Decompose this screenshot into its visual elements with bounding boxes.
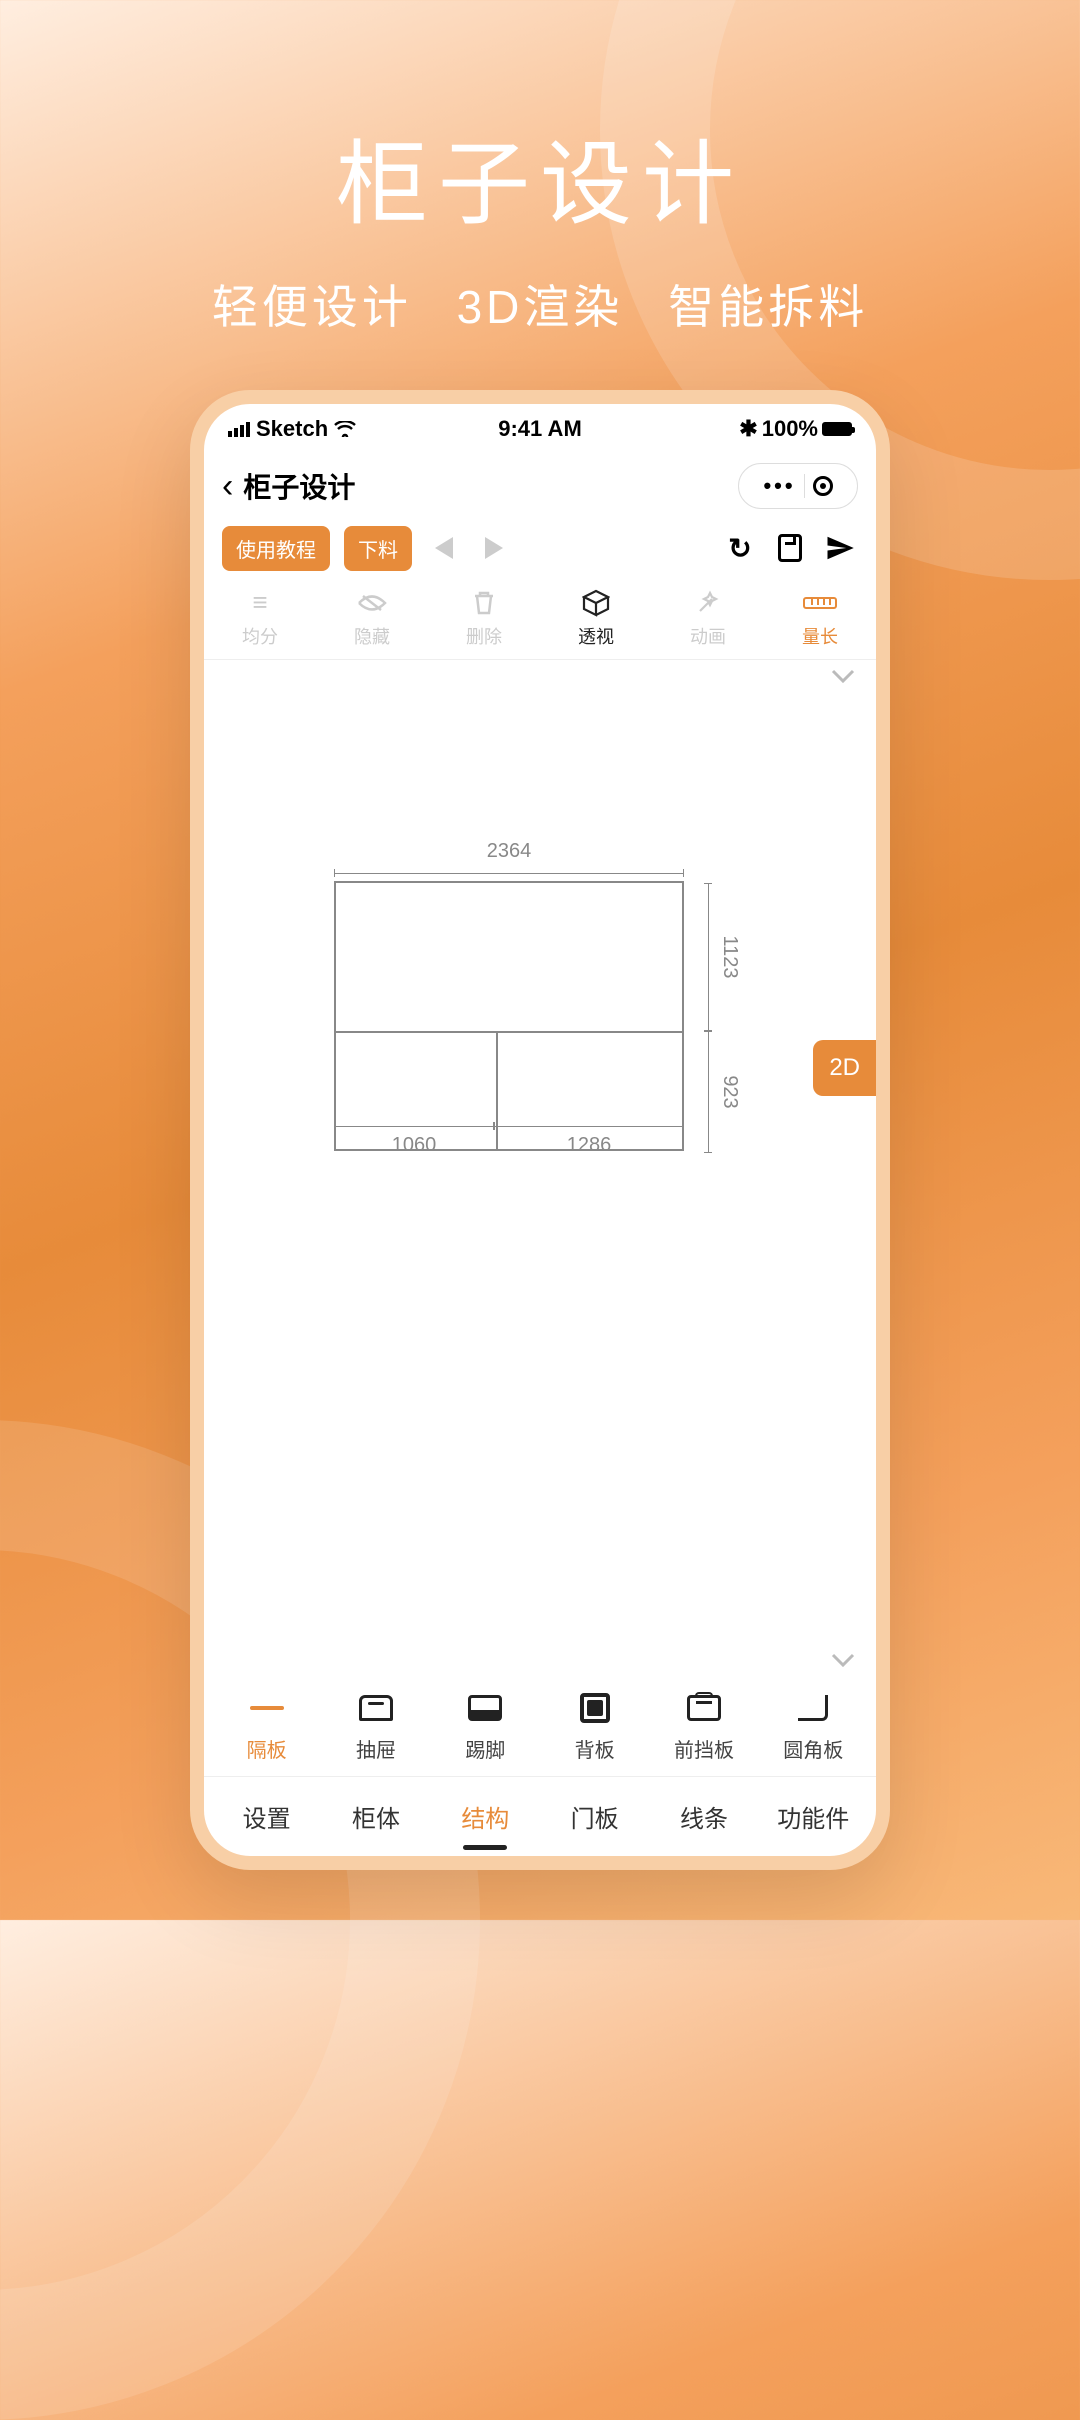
eye-off-icon [357,589,387,617]
tool-hide[interactable]: 隐藏 [316,578,428,659]
frontpanel-icon [687,1695,721,1721]
refresh-button[interactable]: ↻ [722,530,758,566]
battery-label: 100% [762,416,818,442]
tab-body[interactable]: 柜体 [321,1799,430,1834]
component-row: 隔板 抽屉 踢脚 背板 前挡板 圆角板 [204,1676,876,1776]
battery-icon [822,422,852,436]
collapse-top-button[interactable] [828,666,858,686]
capsule-menu[interactable]: ••• [738,463,858,509]
tab-door[interactable]: 门板 [540,1799,649,1834]
wifi-icon [334,421,356,437]
back-button[interactable]: ‹ [222,467,233,506]
tool-measure[interactable]: 量长 [764,578,876,659]
design-canvas[interactable]: 2364 1123 923 [204,660,876,1676]
signal-icon [228,422,250,437]
trash-icon [472,589,496,617]
tool-perspective[interactable]: 透视 [540,578,652,659]
dim-total-width: 2364 [334,840,684,863]
carrier-label: Sketch [256,416,328,442]
bluetooth-icon: ✱ [739,416,757,442]
comp-shelf[interactable]: 隔板 [212,1690,321,1763]
corner-icon [798,1695,828,1721]
undo-button[interactable] [426,530,462,566]
dim-width-left: 1060 [334,1134,494,1157]
tool-tabs: ≡ 均分 隐藏 删除 透视 动画 [204,578,876,660]
clock: 9:41 AM [498,416,582,442]
drawer-icon [359,1695,393,1721]
tool-animate[interactable]: 动画 [652,578,764,659]
nav-header: ‹ 柜子设计 ••• [204,454,876,518]
cabinet-drawing: 2364 1123 923 [334,840,684,1151]
comp-front[interactable]: 前挡板 [649,1690,758,1763]
hero-title: 柜子设计 [0,110,1080,243]
view-mode-toggle[interactable]: 2D [813,1040,876,1096]
kick-icon [468,1695,502,1721]
tab-function[interactable]: 功能件 [759,1799,868,1834]
bottom-tabs: 设置 柜体 结构 门板 线条 功能件 [204,1776,876,1856]
tab-lines[interactable]: 线条 [649,1799,758,1834]
hero: 柜子设计 轻便设计 3D渲染 智能拆料 [0,110,1080,337]
status-bar: Sketch 9:41 AM ✱ 100% [204,404,876,454]
wand-icon [694,589,722,617]
divide-icon: ≡ [252,589,267,617]
more-icon[interactable]: ••• [763,473,795,499]
save-button[interactable] [772,530,808,566]
tutorial-button[interactable]: 使用教程 [222,526,330,571]
redo-button[interactable] [476,530,512,566]
hero-tagline: 轻便设计 3D渲染 智能拆料 [0,271,1080,337]
cabinet-outline[interactable]: 1123 923 [334,881,684,1151]
tool-delete[interactable]: 删除 [428,578,540,659]
dim-width-right: 1286 [494,1134,684,1157]
comp-back[interactable]: 背板 [540,1690,649,1763]
arrow-right-icon [485,537,503,559]
dim-height-top: 1123 [718,935,741,978]
dim-height-bottom: 923 [718,1075,741,1108]
tab-structure[interactable]: 结构 [431,1799,540,1834]
collapse-bottom-button[interactable] [828,1650,858,1670]
arrow-left-icon [435,537,453,559]
cube-icon [582,589,610,617]
shelf-icon [250,1706,284,1710]
comp-drawer[interactable]: 抽屉 [321,1690,430,1763]
action-row: 使用教程 下料 ↻ [204,518,876,578]
cutlist-button[interactable]: 下料 [344,526,412,571]
tool-divide[interactable]: ≡ 均分 [204,578,316,659]
send-button[interactable] [822,530,858,566]
send-icon [825,533,855,563]
close-capsule-icon[interactable] [813,476,833,496]
comp-kick[interactable]: 踢脚 [431,1690,540,1763]
save-icon [778,534,802,562]
backpanel-icon [580,1693,610,1723]
page-title: 柜子设计 [243,466,355,506]
ruler-icon [803,589,837,617]
phone-frame: Sketch 9:41 AM ✱ 100% ‹ 柜子设计 ••• 使用教程 下料… [190,390,890,1870]
tab-settings[interactable]: 设置 [212,1799,321,1834]
comp-corner[interactable]: 圆角板 [759,1690,868,1763]
